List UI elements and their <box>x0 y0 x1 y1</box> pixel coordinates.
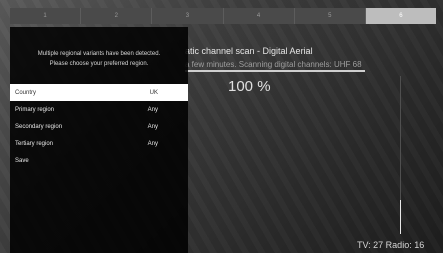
menu-item-value: Any <box>147 140 158 147</box>
wizard-step-6: 6 <box>365 8 437 24</box>
wizard-step-5: 5 <box>294 8 366 24</box>
wizard-step-3: 3 <box>152 8 224 24</box>
scan-percent: 100 % <box>228 78 271 95</box>
scan-progress-bar <box>185 70 365 72</box>
menu-item-label: Primary region <box>15 106 55 113</box>
wizard-step-2: 2 <box>81 8 153 24</box>
scrollbar-thumb <box>400 200 401 234</box>
menu-item-label: Country <box>15 89 37 96</box>
menu-item-label: Tertiary region <box>15 140 54 147</box>
menu-item-secondary-region[interactable]: Secondary region Any <box>10 118 188 135</box>
region-dialog: Multiple regional variants have been det… <box>10 27 188 253</box>
scan-progress-fill <box>185 70 365 72</box>
scan-title: atic channel scan - Digital Aerial <box>185 46 313 56</box>
menu-item-value: Any <box>147 123 158 130</box>
channel-counts: TV: 27 Radio: 16 <box>357 240 425 250</box>
region-menu: Country UK Primary region Any Secondary … <box>10 84 188 169</box>
wizard-step-4: 4 <box>223 8 295 24</box>
menu-item-tertiary-region[interactable]: Tertiary region Any <box>10 135 188 152</box>
menu-item-save[interactable]: Save <box>10 152 188 169</box>
menu-item-label: Save <box>15 157 29 164</box>
dialog-message-line-2: Please choose your preferred region. <box>49 61 149 67</box>
dialog-message-line-1: Multiple regional variants have been det… <box>37 51 161 57</box>
tv-screen: 1 2 3 4 5 6 atic channel scan - Digital … <box>0 0 443 253</box>
menu-item-country[interactable]: Country UK <box>10 84 188 101</box>
menu-item-primary-region[interactable]: Primary region Any <box>10 101 188 118</box>
wizard-step-1: 1 <box>10 8 82 24</box>
menu-item-value: UK <box>149 89 158 96</box>
scan-status: a few minutes. Scanning digital channels… <box>185 60 362 69</box>
wizard-step-bar: 1 2 3 4 5 6 <box>10 8 437 24</box>
menu-item-value: Any <box>147 106 158 113</box>
dialog-message: Multiple regional variants have been det… <box>10 49 188 69</box>
menu-item-label: Secondary region <box>15 123 63 130</box>
